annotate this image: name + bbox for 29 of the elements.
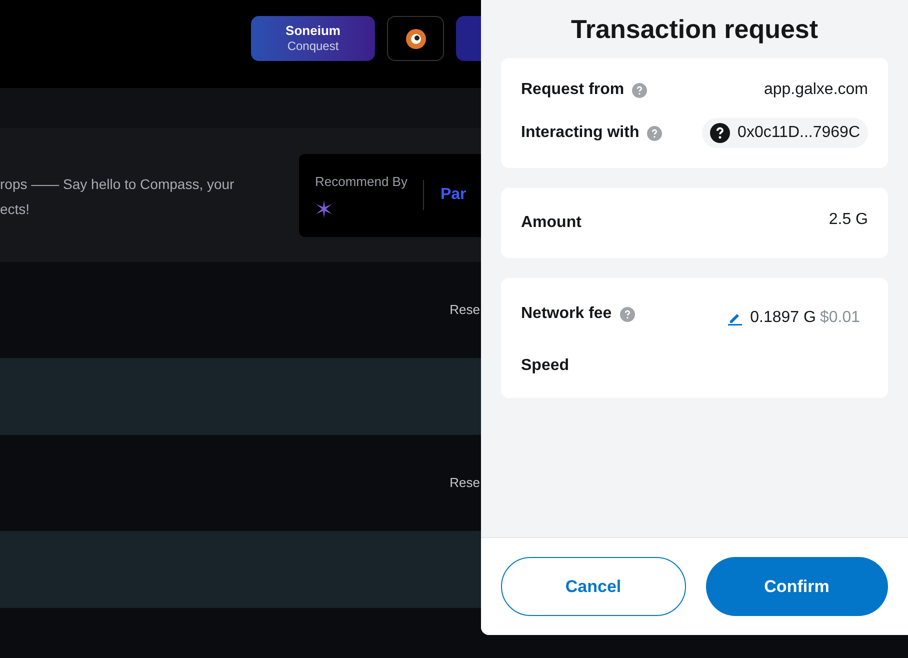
recommend-label: Recommend By	[315, 173, 408, 192]
fee-fiat: $0.01	[820, 308, 860, 328]
app-icon-button[interactable]	[387, 16, 444, 61]
interacting-with-label: Interacting with	[521, 123, 640, 143]
request-from-label: Request from	[521, 80, 624, 100]
badge-title: Soneium	[286, 22, 340, 40]
speed-label: Speed	[521, 356, 570, 376]
amount-label: Amount	[521, 213, 582, 233]
badge-subtitle: Conquest	[287, 39, 339, 54]
recommend-link[interactable]: Par	[440, 183, 466, 207]
amount-value: 2.5 G	[828, 210, 868, 230]
description-text: ects!	[0, 200, 31, 219]
cancel-button[interactable]: Cancel	[501, 557, 686, 616]
help-icon	[632, 82, 648, 98]
request-from-value: app.galxe.com	[764, 80, 868, 100]
row-label: Rese	[450, 474, 481, 492]
address-pill[interactable]: 0x0c11D...7969C	[702, 118, 868, 148]
description-text: rops —— Say hello to Compass, your	[0, 175, 234, 194]
fee-value: 0.1897 G	[750, 308, 816, 328]
row-label: Rese	[450, 301, 481, 320]
sparkle-icon	[315, 200, 333, 218]
conquest-badge[interactable]: Soneium Conquest	[251, 16, 375, 61]
swirl-icon	[404, 28, 426, 50]
network-fee-label: Network fee	[521, 304, 612, 324]
help-icon	[620, 306, 635, 322]
help-icon	[647, 126, 662, 140]
unknown-icon	[710, 123, 730, 143]
confirm-button[interactable]: Confirm	[706, 557, 888, 616]
dialog-title: Transaction request	[570, 12, 818, 46]
